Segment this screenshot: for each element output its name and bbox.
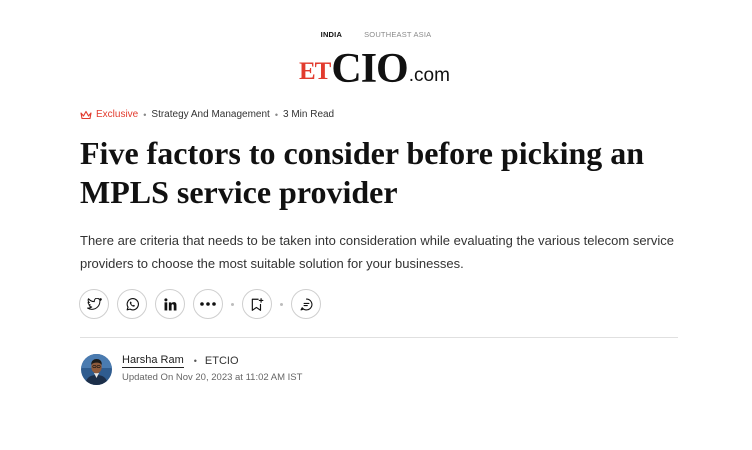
avatar-image <box>81 354 112 385</box>
linkedin-icon <box>163 297 176 310</box>
share-bar <box>79 289 329 319</box>
author-line: Harsha Ram • ETCIO <box>122 354 239 368</box>
more-options-button[interactable] <box>193 289 223 319</box>
logo-prefix: ET <box>299 58 331 85</box>
article-summary: There are criteria that needs to be take… <box>80 233 674 271</box>
logo-suffix: .com <box>408 65 450 86</box>
region-tab-india[interactable]: INDIA <box>321 30 342 39</box>
bookmark-add-icon <box>251 297 264 311</box>
category-link[interactable]: Strategy And Management <box>151 109 269 120</box>
author-name-link[interactable]: Harsha Ram <box>122 354 184 368</box>
meta-separator: • <box>274 109 278 120</box>
comment-icon <box>300 298 312 310</box>
comment-button[interactable] <box>291 289 321 319</box>
region-tab-southeast-asia[interactable]: SOUTHEAST ASIA <box>364 30 431 39</box>
logo-main: CIO <box>331 46 408 92</box>
exclusive-badge[interactable]: Exclusive <box>96 109 138 120</box>
meta-separator: • <box>143 109 147 120</box>
article-headline: Five factors to consider before picking … <box>80 135 645 210</box>
crown-icon <box>80 110 92 119</box>
article-meta: Exclusive • Strategy And Management • 3 … <box>80 109 334 120</box>
author-avatar[interactable] <box>81 354 112 385</box>
share-separator <box>231 302 234 306</box>
updated-timestamp: Updated On Nov 20, 2023 at 11:02 AM IST <box>122 372 303 383</box>
twitter-icon <box>86 297 102 310</box>
whatsapp-icon <box>126 297 139 310</box>
site-logo[interactable]: ET CIO .com <box>299 46 450 90</box>
share-linkedin-button[interactable] <box>155 289 185 319</box>
share-separator <box>280 302 283 306</box>
region-tabs: INDIA SOUTHEAST ASIA <box>0 30 752 39</box>
article-page: INDIA SOUTHEAST ASIA ET CIO .com Exclusi… <box>0 0 752 450</box>
share-twitter-button[interactable] <box>79 289 109 319</box>
section-divider <box>80 337 678 338</box>
publication-name: ETCIO <box>204 355 239 367</box>
share-whatsapp-button[interactable] <box>117 289 147 319</box>
author-separator: • <box>193 356 197 366</box>
read-time: 3 Min Read <box>282 109 335 120</box>
bookmark-button[interactable] <box>242 289 272 319</box>
more-icon <box>200 302 216 306</box>
